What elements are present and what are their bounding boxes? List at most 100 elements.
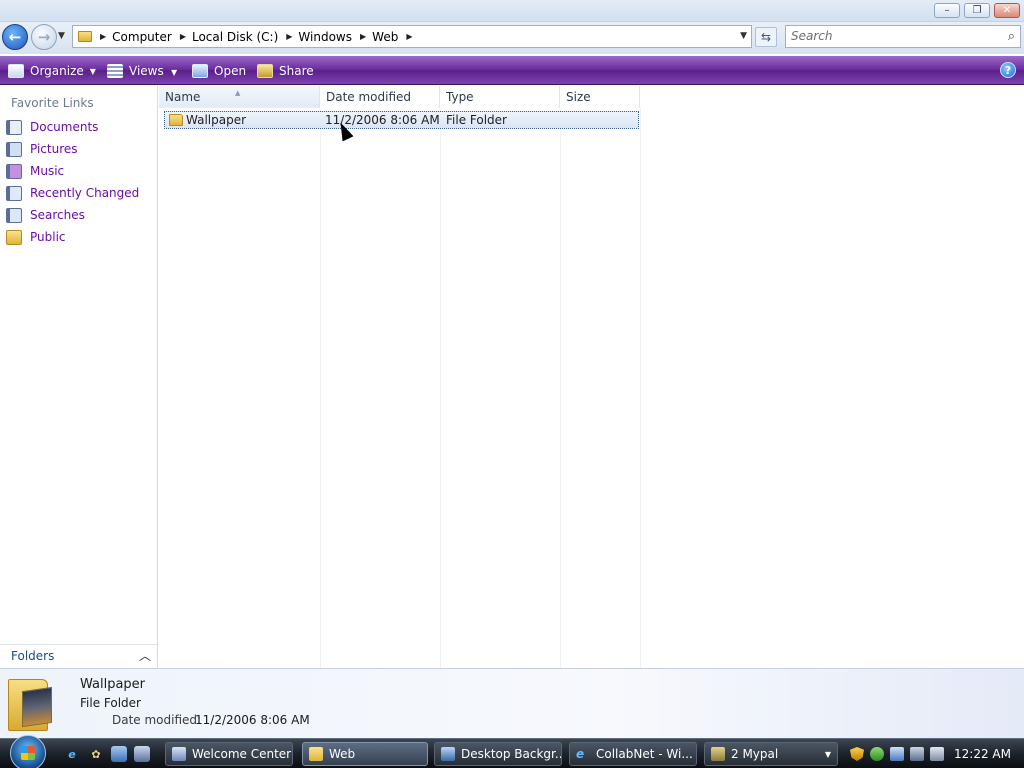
sidebar-item-pictures[interactable]: Pictures xyxy=(6,139,78,159)
breadcrumb-local-disk[interactable]: Local Disk (C:) ▶ xyxy=(192,30,298,44)
search-icon[interactable]: ⌕ xyxy=(1008,29,1015,44)
search-input[interactable] xyxy=(791,26,991,46)
taskbar-item-desktop-background[interactable]: Desktop Backgr... xyxy=(434,742,562,766)
maximize-button[interactable]: ❐ xyxy=(964,3,990,18)
minimize-button[interactable]: – xyxy=(934,3,960,18)
back-arrow-icon: ← xyxy=(8,28,22,46)
file-list: Name ▲ Date modified Type Size Wallpaper … xyxy=(159,86,1024,668)
recent-pages-dropdown[interactable]: ▼ xyxy=(58,31,65,41)
column-header-type[interactable]: Type xyxy=(440,86,560,108)
details-pane: Wallpaper File Folder Date modified: 11/… xyxy=(0,668,1024,738)
forward-button[interactable]: → xyxy=(31,24,57,50)
column-divider xyxy=(320,108,321,668)
details-name: Wallpaper xyxy=(80,677,146,692)
address-row: ← → ▼ ▶ Computer ▶ Local Disk (C:) ▶ Windo… xyxy=(0,22,1024,54)
breadcrumb-root[interactable]: ▶ xyxy=(92,32,112,41)
file-name: Wallpaper xyxy=(186,113,247,127)
share-button[interactable]: Share xyxy=(257,62,314,80)
column-divider xyxy=(440,108,441,668)
views-icon xyxy=(107,64,123,78)
folders-label: Folders xyxy=(11,649,55,663)
security-shield-icon[interactable] xyxy=(850,747,864,761)
address-bar[interactable]: ▶ Computer ▶ Local Disk (C:) ▶ Windows ▶ We… xyxy=(72,25,752,48)
breadcrumb-arrow-icon: ▶ xyxy=(100,32,107,41)
sidebar-item-searches[interactable]: Searches xyxy=(6,205,85,225)
chevron-up-icon[interactable]: ︿ xyxy=(139,647,151,664)
start-button[interactable] xyxy=(10,735,46,768)
refresh-icon: ⇆ xyxy=(760,30,772,44)
back-button[interactable]: ← xyxy=(2,24,28,50)
column-divider xyxy=(640,108,641,668)
forward-arrow-icon: → xyxy=(37,28,51,46)
browser-quicklaunch-icon[interactable]: ✿ xyxy=(88,746,104,762)
column-header-date-modified[interactable]: Date modified xyxy=(320,86,440,108)
taskbar: e ✿ Welcome Center Web Desktop Backgr...… xyxy=(0,735,1024,768)
favorite-links-heading: Favorite Links xyxy=(11,96,94,110)
details-type: File Folder xyxy=(80,696,141,710)
title-bar: – ❐ ✕ xyxy=(0,0,1024,22)
close-button[interactable]: ✕ xyxy=(994,3,1020,18)
details-date-value: 11/2/2006 8:06 AM xyxy=(195,713,310,727)
refresh-button[interactable]: ⇆ xyxy=(755,27,777,47)
display-icon[interactable] xyxy=(910,747,924,761)
taskbar-item-web[interactable]: Web xyxy=(302,742,428,766)
pictures-icon xyxy=(6,141,22,157)
column-header-size[interactable]: Size xyxy=(560,86,640,108)
breadcrumb-arrow-icon: ▶ xyxy=(360,32,367,41)
taskbar-item-welcome-center[interactable]: Welcome Center xyxy=(165,742,293,766)
breadcrumb-arrow-icon: ▶ xyxy=(286,32,293,41)
organize-icon xyxy=(8,64,24,78)
views-dropdown-icon[interactable]: ▼ xyxy=(171,68,177,77)
share-icon xyxy=(257,64,273,78)
system-tray: 12:22 AM xyxy=(850,742,1024,766)
navigation-pane: Favorite Links Documents Pictures Music … xyxy=(0,86,158,668)
column-header-name[interactable]: Name ▲ xyxy=(159,86,320,108)
file-type: File Folder xyxy=(446,113,507,127)
desktop-background-icon xyxy=(441,747,455,761)
taskbar-item-collabnet[interactable]: e CollabNet - Wi... xyxy=(569,742,697,766)
help-icon: ? xyxy=(1004,63,1012,77)
chevron-down-icon: ▼ xyxy=(824,749,831,759)
network-icon[interactable] xyxy=(890,747,904,761)
chevron-down-icon: ▼ xyxy=(89,66,96,76)
breadcrumb-windows[interactable]: Windows ▶ xyxy=(298,30,372,44)
breadcrumb-arrow-icon: ▶ xyxy=(406,32,413,41)
folder-icon xyxy=(309,747,323,761)
command-toolbar: Organize ▼ Views ▼ Open Share xyxy=(0,56,1024,85)
taskbar-item-mypal[interactable]: 2 Mypal ▼ xyxy=(704,742,838,766)
breadcrumb-arrow-icon: ▶ xyxy=(179,32,186,41)
switch-windows-icon[interactable] xyxy=(134,746,150,762)
search-box[interactable]: ⌕ xyxy=(785,25,1021,48)
breadcrumb-web[interactable]: Web ▶ xyxy=(372,30,418,44)
folders-bar[interactable]: Folders ︿ xyxy=(0,644,157,668)
table-row[interactable]: Wallpaper 11/2/2006 8:06 AM File Folder xyxy=(164,111,639,129)
address-dropdown-icon[interactable]: ▼ xyxy=(740,31,747,41)
help-button[interactable]: ? xyxy=(1000,62,1016,78)
open-icon xyxy=(192,64,208,78)
views-button[interactable]: Views xyxy=(107,62,164,80)
open-button[interactable]: Open xyxy=(192,62,246,80)
folder-thumbnail-icon xyxy=(8,675,54,733)
recently-changed-icon xyxy=(6,185,22,201)
show-desktop-icon[interactable] xyxy=(111,746,127,762)
internet-explorer-icon: e xyxy=(576,747,585,761)
volume-icon[interactable] xyxy=(930,747,944,761)
sidebar-item-recently-changed[interactable]: Recently Changed xyxy=(6,183,139,203)
close-icon: ✕ xyxy=(1002,4,1012,16)
organize-button[interactable]: Organize ▼ xyxy=(8,62,96,80)
mypal-icon xyxy=(711,747,725,761)
welcome-center-icon xyxy=(172,747,186,761)
sort-ascending-icon: ▲ xyxy=(235,89,241,97)
clock[interactable]: 12:22 AM xyxy=(954,747,1011,761)
sidebar-item-public[interactable]: Public xyxy=(6,227,66,247)
check-status-icon[interactable] xyxy=(870,747,884,761)
sidebar-item-music[interactable]: Music xyxy=(6,161,64,181)
column-header-row: Name ▲ Date modified Type Size xyxy=(159,86,1024,108)
breadcrumb-computer[interactable]: Computer ▶ xyxy=(112,30,192,44)
maximize-icon: ❐ xyxy=(972,4,982,16)
details-date-label: Date modified: xyxy=(112,713,202,727)
sidebar-item-documents[interactable]: Documents xyxy=(6,117,98,137)
minimize-icon: – xyxy=(944,4,950,16)
searches-icon xyxy=(6,207,22,223)
internet-explorer-icon[interactable]: e xyxy=(64,746,80,762)
